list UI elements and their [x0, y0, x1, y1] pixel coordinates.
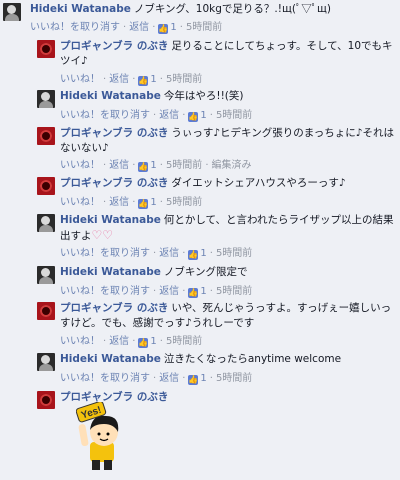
unlike-link[interactable]: いいね！を取り消す [60, 373, 150, 384]
comment: プロギャンブラ のぶき うぃっす♪ヒデキング張りのまっちょに♪それはないない♪ い… [0, 122, 400, 172]
comment: Hideki Watanabe 今年はやろ!!(笑) いいね！を取り消す · 返信 · 👍… [0, 86, 400, 122]
like-count[interactable]: 1 [170, 22, 176, 33]
thumbs-up-icon: 👍 [188, 250, 199, 260]
timestamp[interactable]: 5時間前 [166, 74, 202, 85]
comment-author[interactable]: Hideki Watanabe [60, 353, 161, 365]
reply-link[interactable]: 返信 [159, 110, 179, 121]
like-count[interactable]: 1 [200, 286, 206, 297]
thumbs-up-icon: 👍 [138, 162, 149, 172]
comment-text: ダイエットシェアハウスやろーっす♪ [171, 177, 346, 189]
thumbs-up-icon: 👍 [188, 112, 199, 122]
comment: プロギャンブラ のぶき [0, 386, 400, 480]
timestamp[interactable]: 5時間前 [216, 248, 252, 259]
avatar[interactable] [37, 40, 55, 58]
timestamp[interactable]: 5時間前 [166, 160, 202, 171]
like-count[interactable]: 1 [150, 74, 156, 85]
unlike-link[interactable]: いいね！を取り消す [60, 110, 150, 121]
comment-author[interactable]: プロギャンブラ のぶき [60, 302, 168, 314]
like-count[interactable]: 1 [150, 336, 156, 347]
avatar[interactable] [37, 391, 55, 409]
like-link[interactable]: いいね！ [60, 160, 100, 171]
comment-author[interactable]: Hideki Watanabe [30, 3, 131, 15]
thumbs-up-icon: 👍 [158, 24, 169, 34]
comment-text: 今年はやろ!!(笑) [163, 90, 244, 102]
thumbs-up-icon: 👍 [188, 288, 199, 298]
timestamp[interactable]: 5時間前 [216, 373, 252, 384]
timestamp[interactable]: 5時間前 [216, 110, 252, 121]
heart-icon: ♡ [102, 228, 114, 242]
timestamp[interactable]: 5時間前 [166, 336, 202, 347]
avatar[interactable] [37, 90, 55, 108]
timestamp[interactable]: 5時間前 [186, 22, 222, 33]
like-count[interactable]: 1 [150, 160, 156, 171]
comment-text: 泣きたくなったらanytime welcome [163, 353, 342, 365]
heart-icon: ♡ [91, 228, 103, 242]
avatar[interactable] [37, 177, 55, 195]
reply-link[interactable]: 返信 [109, 336, 129, 347]
like-count[interactable]: 1 [150, 197, 156, 208]
reply-link[interactable]: 返信 [159, 248, 179, 259]
comment: Hideki Watanabe 何とかして、と言われたらライザップ以上の結果出すよ… [0, 210, 400, 262]
comment: プロギャンブラ のぶき ダイエットシェアハウスやろーっす♪ いいね！ · 返信 · 👍 1 ·… [0, 172, 400, 210]
reply-link[interactable]: 返信 [109, 197, 129, 208]
unlike-link[interactable]: いいね！を取り消す [60, 248, 150, 259]
like-count[interactable]: 1 [200, 110, 206, 121]
timestamp[interactable]: 5時間前 [166, 197, 202, 208]
thumbs-up-icon: 👍 [138, 199, 149, 209]
avatar[interactable] [37, 214, 55, 232]
reply-link[interactable]: 返信 [129, 22, 149, 33]
comment-text: ノブキング、10kgで足りる？.!щ(ﾟ▽ﾟщ) [133, 3, 331, 15]
like-link[interactable]: いいね！ [60, 74, 100, 85]
edited-label[interactable]: 編集済み [212, 160, 252, 171]
comment: プロギャンブラ のぶき いや、死んじゃうっすよ。すっげぇー嬉しいっすけど。でも、感… [0, 298, 400, 348]
unlike-link[interactable]: いいね！を取り消す [60, 286, 150, 297]
reply-link[interactable]: 返信 [109, 74, 129, 85]
avatar[interactable] [37, 353, 55, 371]
yes-sticker[interactable]: Yes! [76, 402, 128, 472]
comment-author[interactable]: Hideki Watanabe [60, 214, 161, 226]
thumbs-up-icon: 👍 [138, 338, 149, 348]
comment-author[interactable]: Hideki Watanabe [60, 90, 161, 102]
comment-author[interactable]: プロギャンブラ のぶき [60, 127, 168, 139]
like-link[interactable]: いいね！ [60, 336, 100, 347]
thumbs-up-icon: 👍 [138, 76, 149, 86]
reply-link[interactable]: 返信 [109, 160, 129, 171]
comment: Hideki Watanabe ノブキング、10kgで足りる？.!щ(ﾟ▽ﾟщ) … [0, 0, 400, 36]
comment-author[interactable]: プロギャンブラ のぶき [60, 177, 168, 189]
comment-text: ノブキング限定で [163, 266, 248, 278]
avatar[interactable] [3, 3, 21, 21]
comment-author[interactable]: Hideki Watanabe [60, 266, 161, 278]
avatar[interactable] [37, 127, 55, 145]
thumbs-up-icon: 👍 [188, 375, 199, 385]
avatar[interactable] [37, 302, 55, 320]
timestamp[interactable]: 5時間前 [216, 286, 252, 297]
reply-link[interactable]: 返信 [159, 373, 179, 384]
comment-author[interactable]: プロギャンブラ のぶき [60, 40, 168, 52]
like-count[interactable]: 1 [200, 373, 206, 384]
comment: Hideki Watanabe ノブキング限定で いいね！を取り消す · 返信 · 👍 1 ·… [0, 262, 400, 298]
avatar[interactable] [37, 266, 55, 284]
comment: Hideki Watanabe 泣きたくなったらanytime welcome い… [0, 348, 400, 386]
comment: プロギャンブラ のぶき 足りることにしてちょっす。そして、10でもキツイ♪ いいね… [0, 36, 400, 86]
unlike-link[interactable]: いいね！を取り消す [30, 22, 120, 33]
like-count[interactable]: 1 [200, 248, 206, 259]
reply-link[interactable]: 返信 [159, 286, 179, 297]
like-link[interactable]: いいね！ [60, 197, 100, 208]
